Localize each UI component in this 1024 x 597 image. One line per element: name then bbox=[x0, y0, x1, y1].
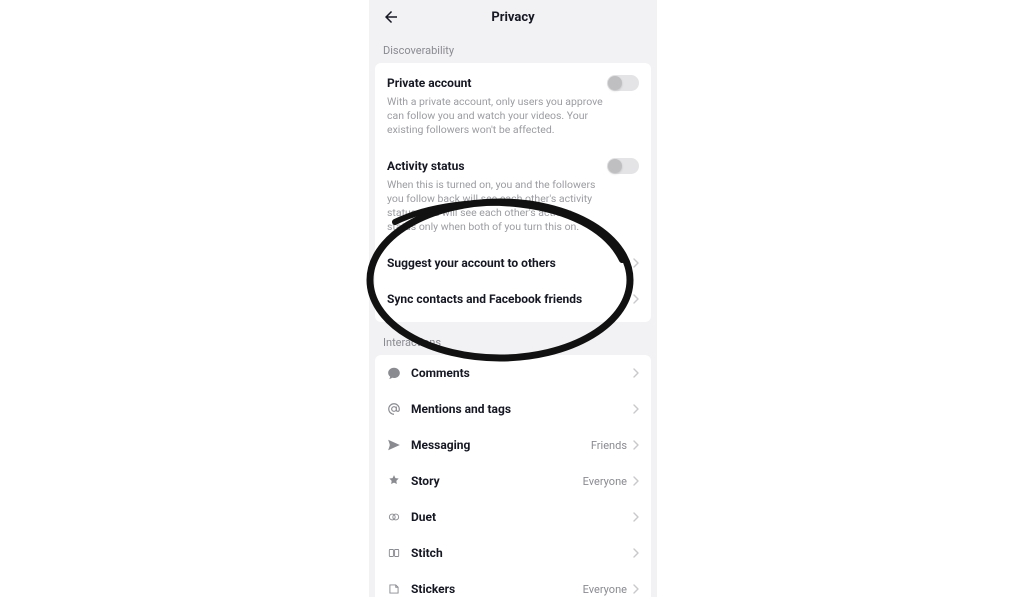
comment-icon bbox=[387, 366, 401, 380]
chevron-right-icon bbox=[633, 548, 639, 558]
row-stitch[interactable]: Stitch bbox=[375, 535, 651, 571]
stitch-label: Stitch bbox=[411, 546, 443, 560]
chevron-right-icon bbox=[633, 404, 639, 414]
stitch-icon bbox=[387, 546, 401, 560]
row-stickers[interactable]: Stickers Everyone bbox=[375, 571, 651, 597]
comments-label: Comments bbox=[411, 366, 470, 380]
sync-contacts-title: Sync contacts and Facebook friends bbox=[387, 292, 582, 306]
chevron-right-icon bbox=[633, 294, 639, 304]
chevron-right-icon bbox=[633, 368, 639, 378]
card-interactions: Comments Mentions and tags bbox=[375, 355, 651, 597]
section-label-discoverability: Discoverability bbox=[369, 34, 657, 63]
private-account-toggle[interactable] bbox=[607, 75, 639, 91]
row-duet[interactable]: Duet bbox=[375, 499, 651, 535]
activity-status-title: Activity status bbox=[387, 159, 464, 173]
duet-label: Duet bbox=[411, 510, 436, 524]
story-label: Story bbox=[411, 474, 440, 488]
row-story[interactable]: Story Everyone bbox=[375, 463, 651, 499]
stickers-value: Everyone bbox=[583, 583, 627, 596]
suggest-account-title: Suggest your account to others bbox=[387, 256, 556, 270]
section-label-interactions: Interactions bbox=[369, 322, 657, 355]
chevron-right-icon bbox=[633, 584, 639, 594]
messaging-label: Messaging bbox=[411, 438, 470, 452]
mentions-label: Mentions and tags bbox=[411, 402, 511, 416]
stickers-label: Stickers bbox=[411, 582, 455, 596]
row-activity-status: Activity status When this is turned on, … bbox=[375, 142, 651, 239]
chevron-right-icon bbox=[633, 440, 639, 450]
chevron-right-icon bbox=[633, 476, 639, 486]
activity-status-desc: When this is turned on, you and the foll… bbox=[387, 178, 639, 235]
chevron-right-icon bbox=[633, 258, 639, 268]
row-mentions[interactable]: Mentions and tags bbox=[375, 391, 651, 427]
private-account-desc: With a private account, only users you a… bbox=[387, 95, 639, 138]
privacy-settings-screen: Privacy Discoverability Private account … bbox=[369, 0, 657, 597]
row-private-account: Private account With a private account, … bbox=[375, 63, 651, 142]
duet-icon bbox=[387, 510, 401, 524]
card-discoverability: Private account With a private account, … bbox=[375, 63, 651, 322]
messaging-value: Friends bbox=[591, 439, 627, 452]
story-icon bbox=[387, 474, 401, 488]
message-icon bbox=[387, 438, 401, 452]
mention-icon bbox=[387, 402, 401, 416]
header-bar: Privacy bbox=[369, 0, 657, 34]
row-sync-contacts[interactable]: Sync contacts and Facebook friends bbox=[375, 282, 651, 322]
back-button[interactable] bbox=[381, 7, 401, 27]
chevron-right-icon bbox=[633, 512, 639, 522]
stickers-icon bbox=[387, 582, 401, 596]
row-suggest-account[interactable]: Suggest your account to others bbox=[375, 238, 651, 282]
private-account-title: Private account bbox=[387, 76, 471, 90]
row-comments[interactable]: Comments bbox=[375, 355, 651, 391]
page-title: Privacy bbox=[369, 10, 657, 25]
row-messaging[interactable]: Messaging Friends bbox=[375, 427, 651, 463]
activity-status-toggle[interactable] bbox=[607, 158, 639, 174]
story-value: Everyone bbox=[583, 475, 627, 488]
